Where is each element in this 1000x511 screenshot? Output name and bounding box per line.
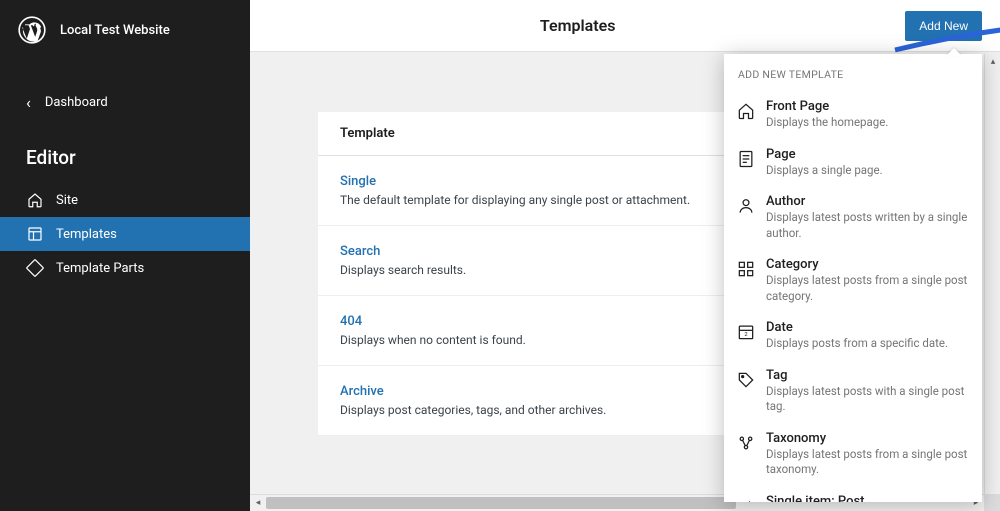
sidebar-header: Local Test Website — [0, 0, 250, 62]
pin-icon — [736, 496, 756, 502]
template-link-404[interactable]: 404 — [340, 314, 738, 329]
sidebar-item-templates[interactable]: Templates — [0, 217, 250, 251]
add-new-button[interactable]: Add New — [905, 11, 982, 41]
dropdown-item-title: Taxonomy — [766, 431, 970, 446]
page-icon — [736, 149, 756, 169]
template-parts-icon — [26, 259, 44, 277]
add-new-template-dropdown[interactable]: Add New Template Front PageDisplays the … — [724, 54, 982, 502]
dropdown-item-title: Tag — [766, 368, 970, 383]
sidebar-item-label: Site — [56, 193, 78, 208]
sidebar-item-label: Templates — [56, 227, 117, 242]
dropdown-item-date[interactable]: 2 DateDisplays posts from a specific dat… — [724, 312, 982, 360]
home-outline-icon — [26, 191, 44, 209]
dropdown-item-desc: Displays latest posts with a single post… — [766, 384, 970, 415]
dropdown-item-desc: Displays latest posts from a single post… — [766, 447, 970, 478]
dropdown-item-front-page[interactable]: Front PageDisplays the homepage. — [724, 91, 982, 139]
template-desc: Displays when no content is found. — [340, 333, 738, 347]
dropdown-item-single-post[interactable]: Single item: PostDisplays a single item:… — [724, 486, 982, 502]
sidebar-item-label: Template Parts — [56, 261, 144, 276]
section-heading: Editor — [0, 146, 250, 169]
dropdown-item-desc: Displays a single page. — [766, 163, 970, 179]
template-link-single[interactable]: Single — [340, 174, 738, 189]
sidebar-item-site[interactable]: Site — [0, 183, 250, 217]
svg-text:2: 2 — [744, 332, 748, 338]
dropdown-item-desc: Displays latest posts written by a singl… — [766, 210, 970, 241]
templates-icon — [26, 225, 44, 243]
dropdown-item-title: Date — [766, 320, 970, 335]
template-desc: The default template for displaying any … — [340, 193, 738, 207]
scroll-corner — [984, 495, 1000, 511]
dropdown-item-title: Category — [766, 257, 970, 272]
home-outline-icon — [736, 101, 756, 121]
template-link-archive[interactable]: Archive — [340, 384, 738, 399]
back-to-dashboard[interactable]: ‹ Dashboard — [0, 82, 250, 122]
tag-icon — [736, 370, 756, 390]
author-icon — [736, 196, 756, 216]
page-title: Templates — [250, 16, 905, 35]
date-icon: 2 — [736, 322, 756, 342]
dropdown-item-tag[interactable]: TagDisplays latest posts with a single p… — [724, 360, 982, 423]
dropdown-item-title: Front Page — [766, 99, 970, 114]
chevron-left-icon: ‹ — [26, 93, 31, 112]
dropdown-header: Add New Template — [724, 54, 982, 91]
dropdown-item-title: Single item: Post — [766, 494, 970, 502]
wordpress-icon — [18, 16, 46, 44]
dropdown-item-author[interactable]: AuthorDisplays latest posts written by a… — [724, 186, 982, 249]
scrollbar-vertical[interactable]: ▴ — [984, 54, 1000, 505]
scroll-up-icon[interactable]: ▴ — [985, 54, 1000, 70]
dropdown-item-desc: Displays latest posts from a single post… — [766, 273, 970, 304]
dropdown-item-category[interactable]: CategoryDisplays latest posts from a sin… — [724, 249, 982, 312]
dropdown-item-title: Author — [766, 194, 970, 209]
template-link-search[interactable]: Search — [340, 244, 738, 259]
dropdown-item-taxonomy[interactable]: TaxonomyDisplays latest posts from a sin… — [724, 423, 982, 486]
scroll-thumb[interactable] — [266, 497, 736, 509]
taxonomy-icon — [736, 433, 756, 453]
template-desc: Displays search results. — [340, 263, 738, 277]
dropdown-item-title: Page — [766, 147, 970, 162]
sidebar: Local Test Website ‹ Dashboard Editor Si… — [0, 0, 250, 511]
back-label: Dashboard — [45, 95, 108, 110]
dropdown-item-desc: Displays posts from a specific date. — [766, 336, 970, 352]
dropdown-item-desc: Displays the homepage. — [766, 115, 970, 131]
column-header-template: Template — [340, 126, 738, 141]
topbar: Templates Add New — [250, 0, 1000, 52]
sidebar-item-template-parts[interactable]: Template Parts — [0, 251, 250, 285]
template-desc: Displays post categories, tags, and othe… — [340, 403, 738, 417]
dropdown-pointer — [946, 48, 962, 56]
main-panel: Templates Add New Template Added by Sing… — [250, 0, 1000, 511]
scroll-left-icon[interactable]: ◂ — [250, 495, 266, 511]
dropdown-item-page[interactable]: PageDisplays a single page. — [724, 139, 982, 187]
category-icon — [736, 259, 756, 279]
site-title: Local Test Website — [60, 23, 170, 38]
